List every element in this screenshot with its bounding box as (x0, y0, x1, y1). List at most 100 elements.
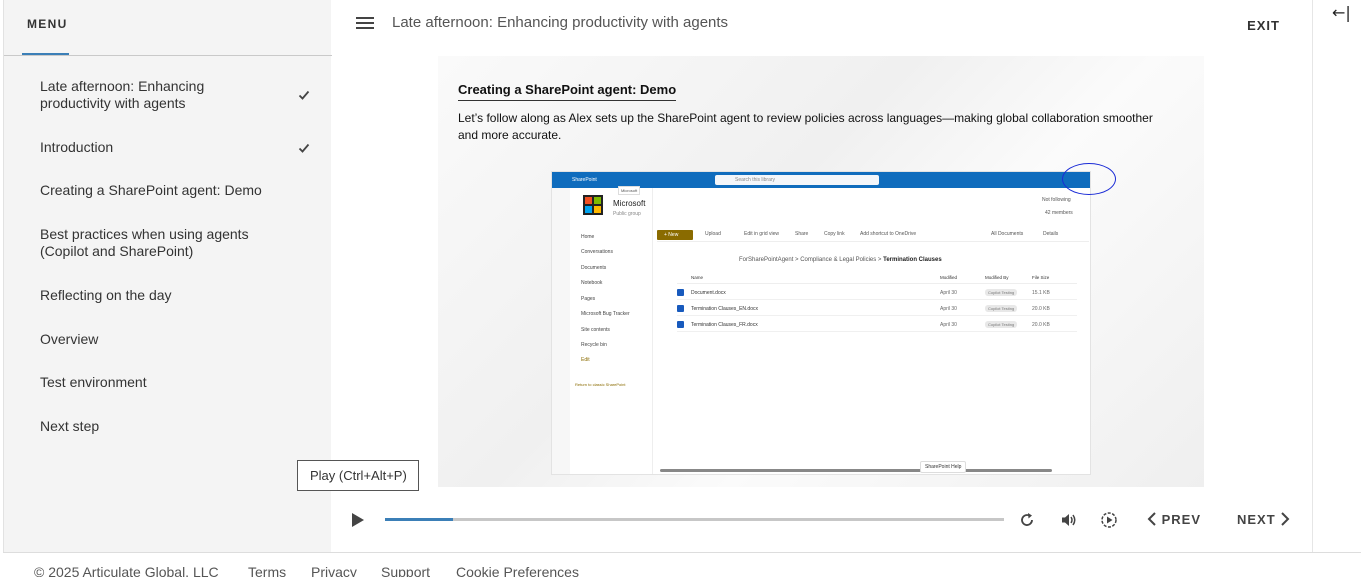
sp-nav-item: Pages (581, 296, 596, 302)
lesson-item-best-practices[interactable]: Best practices when using agents (Copilo… (40, 226, 310, 260)
sp-file-row: Termination Clauses_FR.docx April 30 Cop… (677, 318, 1077, 332)
next-label: NEXT (1237, 512, 1276, 527)
sp-nav-item: Recycle bin (581, 342, 607, 348)
sp-nav-item: Edit (581, 357, 590, 363)
play-icon[interactable] (351, 512, 365, 528)
sp-nav-item: Site contents (581, 327, 610, 333)
sp-file-by: Copilot Testing (985, 305, 1018, 312)
footer: © 2025 Articulate Global, LLC Terms Priv… (3, 552, 1361, 577)
slide-heading: Creating a SharePoint agent: Demo (458, 82, 677, 101)
replay-icon[interactable] (1018, 511, 1036, 529)
word-doc-icon (677, 289, 684, 296)
menu-tab-indicator (22, 53, 69, 55)
sp-scrollbar (660, 469, 1052, 472)
footer-link-terms[interactable]: Terms (248, 564, 286, 577)
lesson-label: Overview (40, 331, 99, 347)
lesson-item-introduction[interactable]: Introduction (40, 139, 310, 156)
exit-button[interactable]: EXIT (1247, 18, 1280, 33)
lesson-label: Test environment (40, 374, 147, 390)
sp-file-size: 20.0 KB (1032, 306, 1050, 312)
lesson-item-reflecting[interactable]: Reflecting on the day (40, 287, 310, 304)
sp-nav-item: Microsoft Bug Tracker (581, 311, 630, 317)
chevron-left-icon (1147, 512, 1156, 526)
sp-return-link: Return to classic SharePoint (575, 382, 626, 387)
sp-col-name: Name (691, 275, 704, 280)
lesson-item-late-afternoon[interactable]: Late afternoon: Enhancing productivity w… (40, 78, 310, 112)
lesson-item-creating-sharepoint-agent[interactable]: Creating a SharePoint agent: Demo (40, 182, 310, 199)
slide: Creating a SharePoint agent: Demo Let’s … (438, 56, 1204, 487)
footer-link-cookie-preferences[interactable]: Cookie Preferences (456, 564, 579, 577)
word-doc-icon (677, 305, 684, 312)
sp-file-by: Copilot Testing (985, 321, 1018, 328)
menu-tab-label: MENU (27, 17, 68, 31)
prev-label: PREV (1161, 512, 1202, 527)
sp-file-name: Termination Clauses_EN.docx (691, 306, 758, 312)
lesson-label: Creating a SharePoint agent: Demo (40, 182, 262, 198)
sp-file-size: 20.0 KB (1032, 322, 1050, 328)
progress-bar[interactable] (385, 518, 1004, 521)
media-controls: PREV NEXT (331, 500, 1313, 540)
play-tooltip: Play (Ctrl+Alt+P) (297, 460, 419, 491)
sp-help-button: SharePoint Help (920, 461, 967, 473)
footer-link-privacy[interactable]: Privacy (311, 564, 357, 577)
sp-nav-item: Notebook (581, 280, 603, 286)
sp-nav-item: Home (581, 234, 595, 240)
sp-file-by: Copilot Testing (985, 289, 1018, 296)
sp-cmd-grid: Edit in grid view (744, 231, 780, 237)
footer-link-support[interactable]: Support (381, 564, 430, 577)
lesson-label: Reflecting on the day (40, 287, 172, 303)
sp-left-nav: Home Conversations Documents Notebook Pa… (570, 188, 653, 474)
sidebar: MENU Late afternoon: Enhancing productiv… (3, 0, 332, 552)
collapse-panel-button[interactable]: ←| (1312, 0, 1361, 552)
sp-search-box: Search this library (715, 175, 879, 185)
sp-file-name: Termination Clauses_FR.docx (691, 322, 758, 328)
sp-crumb-2: Compliance & Legal Policies (800, 257, 877, 263)
collapse-left-icon: ←| (1332, 3, 1351, 22)
next-button[interactable]: NEXT (1237, 512, 1290, 527)
sharepoint-screenshot: SharePoint Search this library Home Conv… (551, 163, 1116, 475)
course-player: MENU Late afternoon: Enhancing productiv… (0, 0, 1361, 577)
lesson-item-overview[interactable]: Overview (40, 331, 310, 348)
lesson-header: Late afternoon: Enhancing productivity w… (331, 0, 1313, 48)
highlight-circle (1062, 163, 1116, 195)
captions-icon[interactable] (1100, 511, 1118, 529)
sp-file-row: Document.docx April 30 Copilot Testing 1… (677, 286, 1077, 300)
lesson-item-next-step[interactable]: Next step (40, 418, 310, 435)
sp-app-rail (552, 188, 570, 474)
sp-members: 42 members (1045, 210, 1073, 216)
menu-tab[interactable]: MENU (4, 0, 332, 56)
volume-icon[interactable] (1060, 511, 1078, 529)
sp-col-modified-by: Modified By (985, 275, 1009, 280)
sp-cmd-details: Details (1043, 231, 1059, 237)
lesson-title: Late afternoon: Enhancing productivity w… (392, 14, 729, 31)
sp-nav-item: Documents (581, 265, 607, 271)
slide-body: Let’s follow along as Alex sets up the S… (458, 111, 1153, 142)
lesson-item-test-environment[interactable]: Test environment (40, 374, 310, 391)
progress-fill (385, 518, 454, 521)
sp-col-modified: Modified (940, 275, 958, 280)
prev-button[interactable]: PREV (1147, 512, 1201, 527)
sp-cmd-view: All Documents (991, 231, 1024, 237)
sp-file-modified: April 30 (940, 322, 957, 328)
hamburger-icon[interactable] (356, 17, 374, 29)
sp-site-name: Microsoft (613, 199, 646, 208)
sp-col-size: File Size (1032, 275, 1050, 280)
sp-file-modified: April 30 (940, 290, 957, 296)
footer-copyright: © 2025 Articulate Global, LLC (34, 564, 219, 577)
lesson-label: Late afternoon: Enhancing productivity w… (40, 78, 205, 111)
sp-command-bar: + New Upload Edit in grid view Share Cop… (657, 228, 1089, 242)
sp-file-size: 15.1 KB (1032, 290, 1050, 296)
sp-file-modified: April 30 (940, 306, 957, 312)
sp-nav-item: Conversations (581, 249, 613, 255)
sp-file-name: Document.docx (691, 290, 726, 296)
sp-tooltip: Microsoft (618, 186, 641, 195)
checkmark-icon (298, 143, 310, 153)
microsoft-logo-icon (583, 195, 603, 215)
sp-cmd-copy: Copy link (824, 231, 845, 237)
sp-breadcrumb: ForSharePointAgent > Compliance & Legal … (659, 257, 942, 263)
sp-file-row: Termination Clauses_EN.docx April 30 Cop… (677, 302, 1077, 316)
sp-crumb-3: Termination Clauses (883, 257, 942, 263)
sp-site-type: Public group (613, 211, 641, 217)
lesson-label: Introduction (40, 139, 114, 155)
sp-crumb-1: ForSharePointAgent (739, 257, 794, 263)
